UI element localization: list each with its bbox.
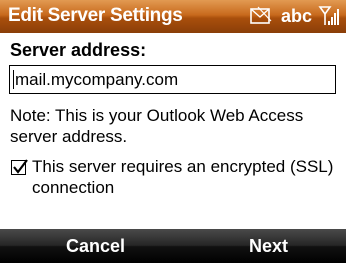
message-icon[interactable] xyxy=(250,6,272,31)
signal-icon[interactable] xyxy=(318,5,340,32)
ssl-checkbox-label[interactable]: This server requires an encrypted (SSL) … xyxy=(32,156,337,198)
server-address-label: Server address: xyxy=(10,40,147,60)
settings-form: Server address: mail.mycompany.com Note:… xyxy=(0,33,346,229)
text-caret xyxy=(13,70,14,89)
server-address-input[interactable]: mail.mycompany.com xyxy=(9,65,336,94)
server-address-value[interactable]: mail.mycompany.com xyxy=(15,69,178,91)
owa-note: Note: This is your Outlook Web Access se… xyxy=(10,106,304,146)
next-button[interactable]: Next xyxy=(249,236,288,256)
ssl-checkbox[interactable] xyxy=(11,159,28,175)
title-bar: Edit Server Settings abc xyxy=(0,0,346,33)
softkey-bar: Cancel Next xyxy=(0,229,346,263)
input-mode-indicator[interactable]: abc xyxy=(281,5,312,27)
checkmark-icon xyxy=(13,159,28,174)
cancel-button[interactable]: Cancel xyxy=(66,236,125,256)
window-title: Edit Server Settings xyxy=(8,5,183,26)
